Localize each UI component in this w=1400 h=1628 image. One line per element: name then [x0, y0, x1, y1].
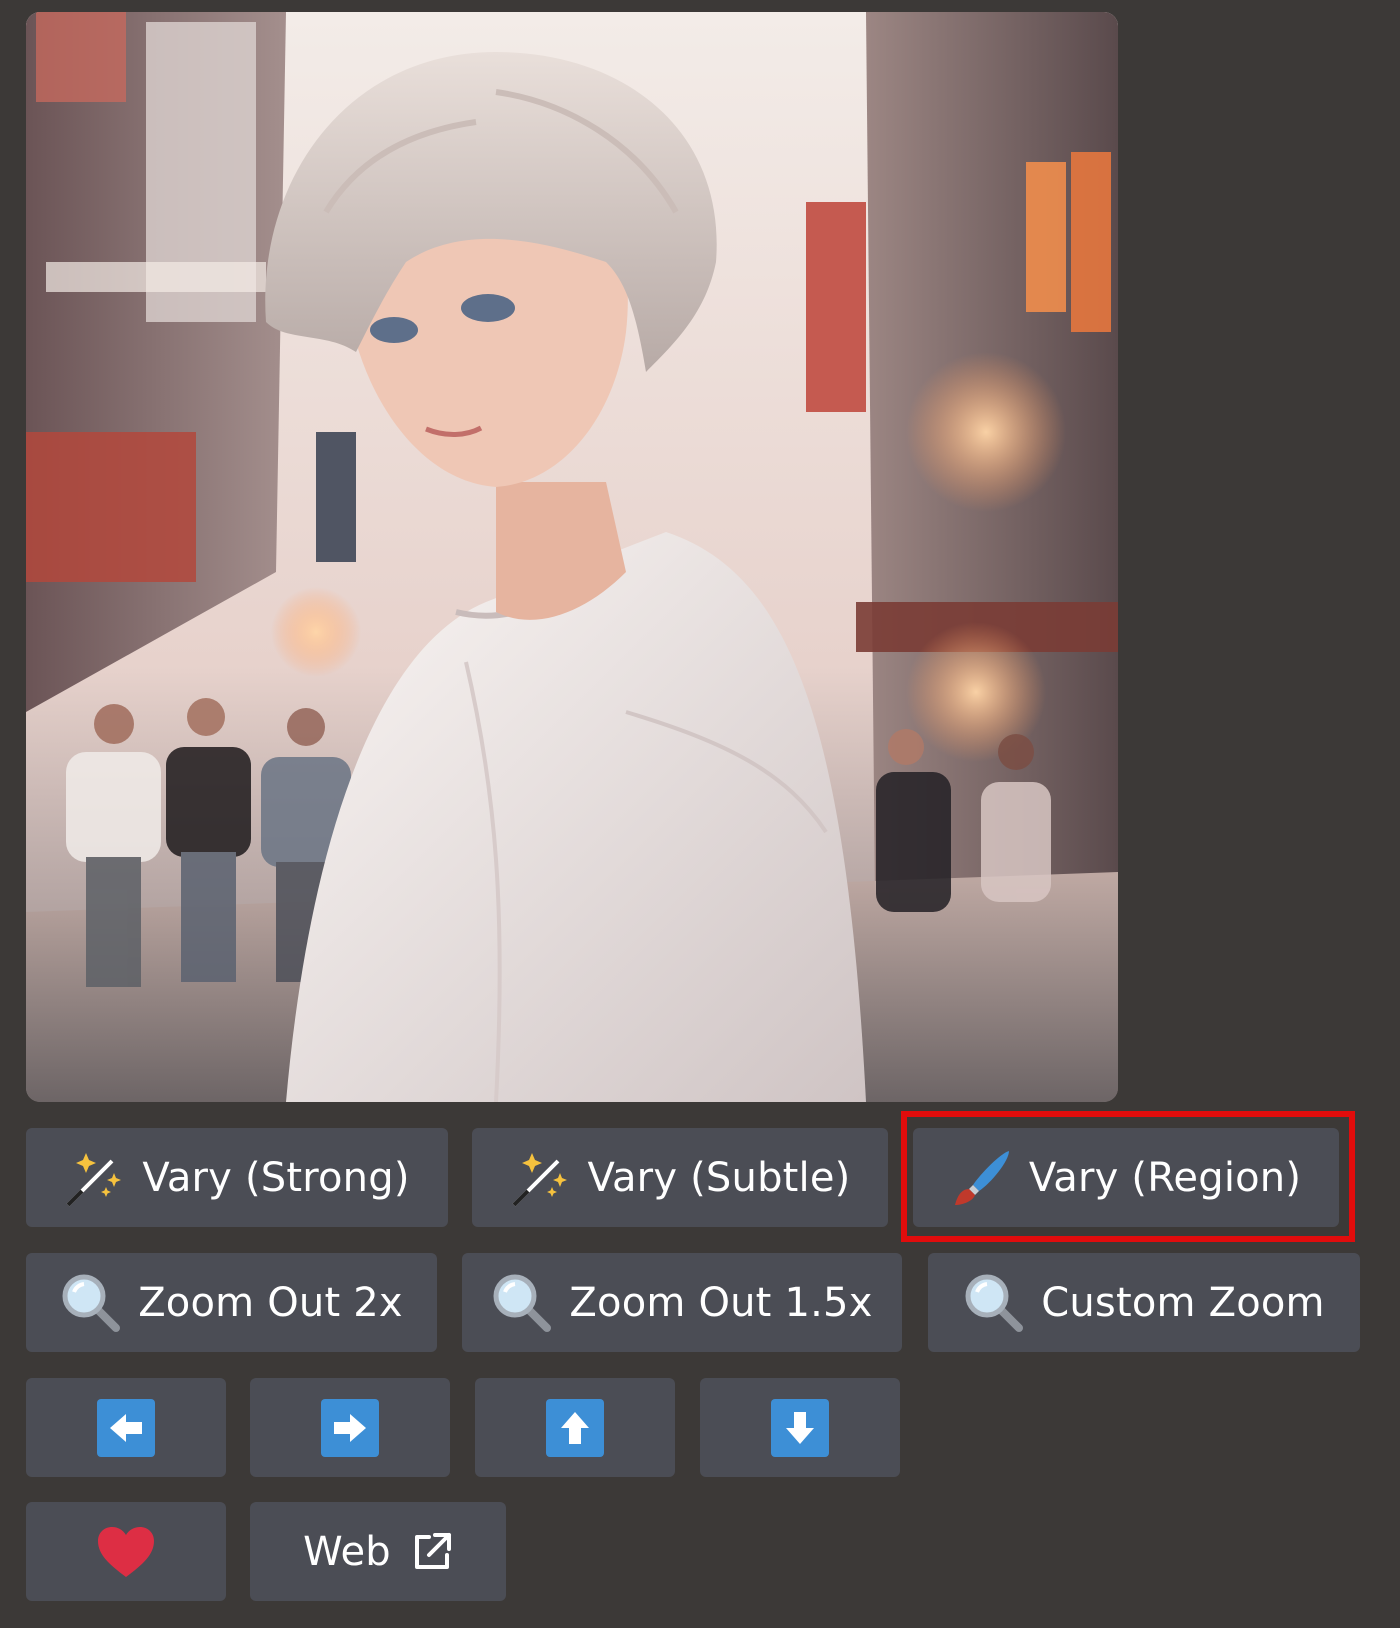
external-link-icon	[411, 1531, 453, 1573]
web-button[interactable]: Web	[250, 1502, 506, 1601]
generated-image[interactable]	[26, 12, 1118, 1102]
arrow-down-icon	[771, 1398, 829, 1457]
vary-strong-button[interactable]: Vary (Strong)	[26, 1128, 448, 1227]
magnifier-icon	[491, 1272, 553, 1334]
web-label: Web	[303, 1528, 391, 1575]
vary-subtle-button[interactable]: Vary (Subtle)	[472, 1128, 888, 1227]
magic-wand-icon	[64, 1147, 126, 1209]
zoom-out-2x-button[interactable]: Zoom Out 2x	[26, 1253, 437, 1352]
vary-region-button[interactable]: Vary (Region)	[913, 1128, 1339, 1227]
magnifier-icon	[60, 1272, 122, 1334]
favorite-button[interactable]	[26, 1502, 226, 1601]
pan-up-button[interactable]	[475, 1378, 675, 1477]
custom-zoom-button[interactable]: Custom Zoom	[928, 1253, 1360, 1352]
zoom-out-2x-label: Zoom Out 2x	[138, 1279, 403, 1326]
magic-wand-icon	[510, 1147, 572, 1209]
arrow-up-icon	[546, 1398, 604, 1457]
vary-region-label: Vary (Region)	[1028, 1154, 1302, 1201]
paintbrush-icon	[951, 1147, 1013, 1209]
vary-subtle-label: Vary (Subtle)	[587, 1154, 851, 1201]
custom-zoom-label: Custom Zoom	[1041, 1279, 1325, 1326]
pan-down-button[interactable]	[700, 1378, 900, 1477]
zoom-out-1-5x-label: Zoom Out 1.5x	[569, 1279, 873, 1326]
zoom-out-1-5x-button[interactable]: Zoom Out 1.5x	[462, 1253, 902, 1352]
vary-strong-label: Vary (Strong)	[142, 1154, 410, 1201]
arrow-left-icon	[97, 1398, 155, 1457]
arrow-right-icon	[321, 1398, 379, 1457]
pan-right-button[interactable]	[250, 1378, 450, 1477]
heart-icon	[96, 1525, 156, 1579]
pan-left-button[interactable]	[26, 1378, 226, 1477]
magnifier-icon	[963, 1272, 1025, 1334]
